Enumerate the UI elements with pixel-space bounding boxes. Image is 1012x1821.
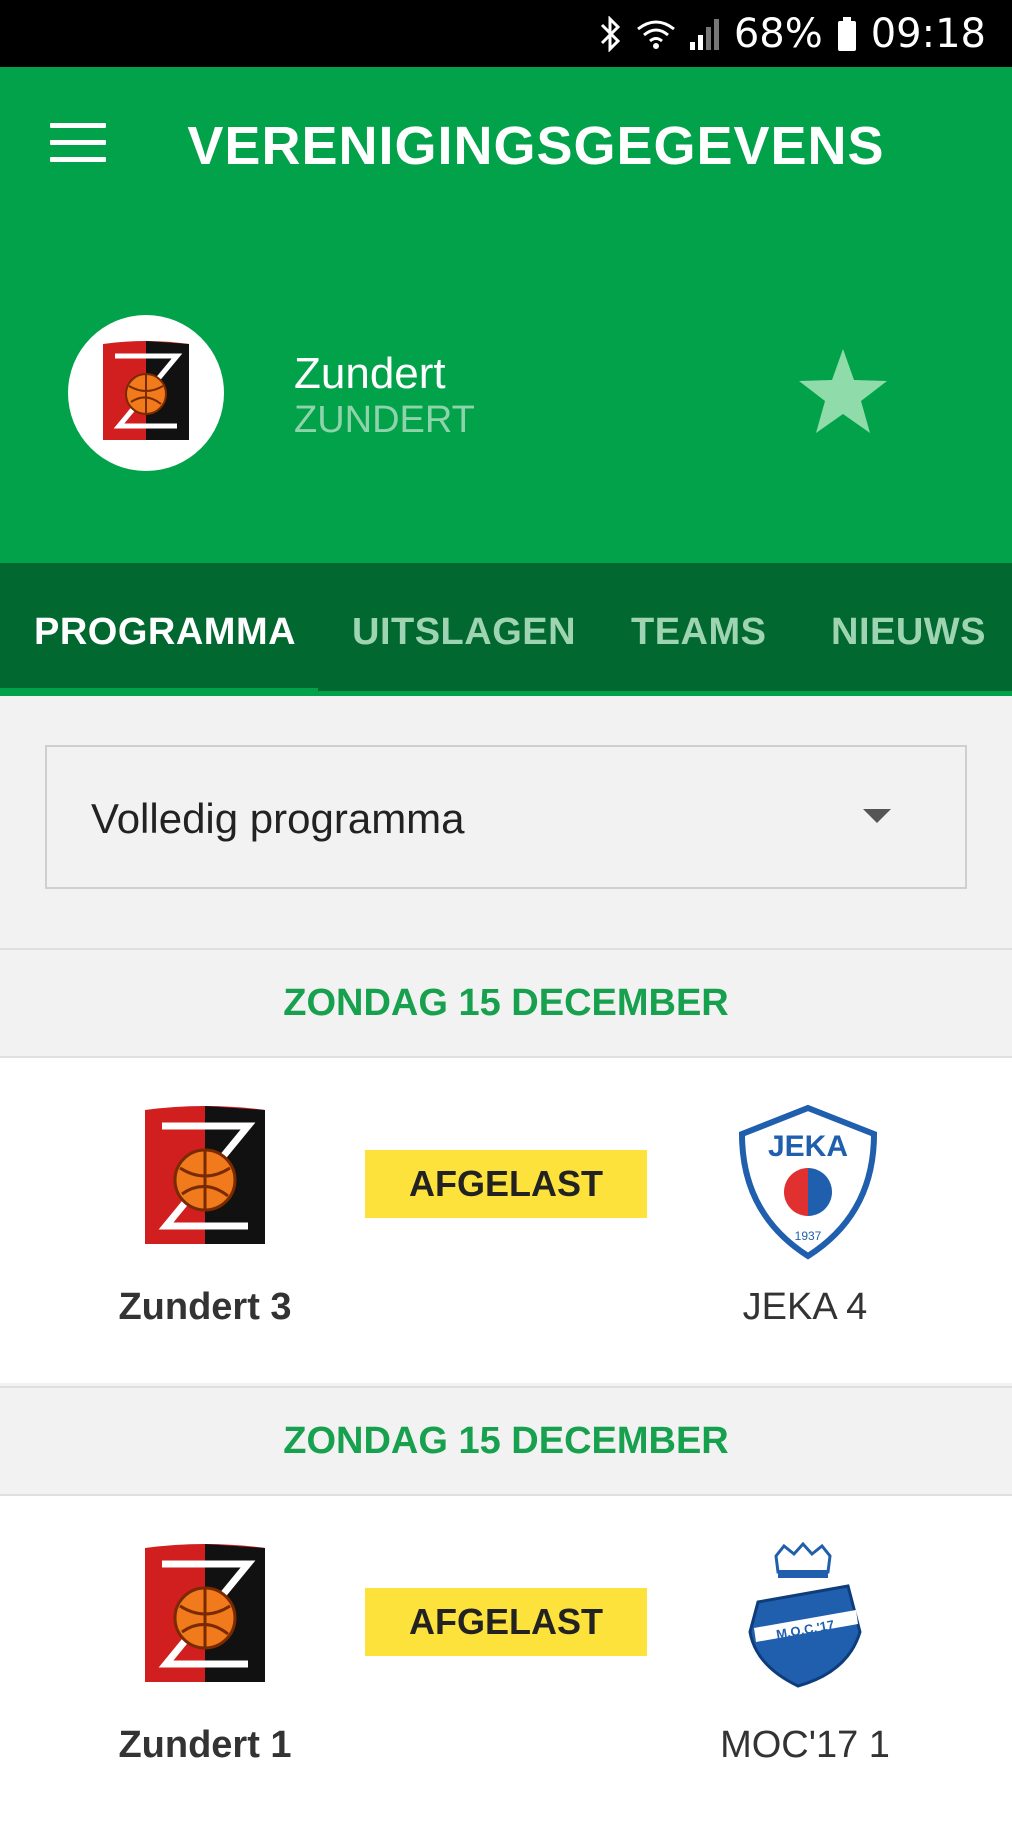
match-card[interactable]: AFGELAST JEKA 1937 Zundert 3 JEKA 4 xyxy=(0,1058,1012,1383)
favorite-star-icon[interactable] xyxy=(796,347,890,437)
svg-text:JEKA: JEKA xyxy=(768,1130,848,1163)
club-header: VERENIGINGSGEGEVENS Zundert ZUNDERT xyxy=(0,67,1012,563)
match-card[interactable]: AFGELAST M.O.C.'17 Zundert 1 MOC'17 1 xyxy=(0,1496,1012,1821)
program-filter-dropdown[interactable]: Volledig programma xyxy=(45,745,967,889)
home-team-logo xyxy=(140,1542,270,1692)
tab-nieuws[interactable]: NIEUWS xyxy=(831,611,986,654)
wifi-icon xyxy=(636,17,676,51)
home-team-logo xyxy=(140,1104,270,1254)
away-team-name: JEKA 4 xyxy=(742,1286,868,1328)
tab-teams[interactable]: TEAMS xyxy=(631,611,767,654)
battery-icon xyxy=(837,16,857,51)
away-team-logo: JEKA 1937 xyxy=(738,1104,878,1260)
status-bar: 68% 09:18 xyxy=(0,0,1012,67)
active-tab-indicator xyxy=(0,688,318,696)
bluetooth-icon xyxy=(600,15,622,52)
tab-uitslagen[interactable]: UITSLAGEN xyxy=(352,611,576,654)
date-header: ZONDAG 15 DECEMBER xyxy=(0,1386,1012,1496)
dropdown-value: Volledig programma xyxy=(91,795,465,842)
home-team-name: Zundert 3 xyxy=(118,1286,292,1328)
tab-programma[interactable]: PROGRAMMA xyxy=(34,611,296,654)
battery-percent: 68% xyxy=(733,10,823,57)
club-name: Zundert xyxy=(294,349,446,398)
page-title: VERENIGINGSGEGEVENS xyxy=(187,116,885,176)
svg-text:1937: 1937 xyxy=(795,1229,822,1243)
match-status-badge: AFGELAST xyxy=(365,1588,647,1656)
caret-down-icon xyxy=(863,809,891,823)
home-team-name: Zundert 1 xyxy=(118,1724,292,1766)
clock: 09:18 xyxy=(870,10,986,57)
away-team-logo: M.O.C.'17 xyxy=(738,1541,868,1692)
tab-bar: PROGRAMMA UITSLAGEN TEAMS NIEUWS xyxy=(0,563,1012,696)
away-team-name: MOC'17 1 xyxy=(720,1724,890,1766)
club-city: ZUNDERT xyxy=(294,399,475,441)
date-header: ZONDAG 15 DECEMBER xyxy=(0,948,1012,1058)
match-status-badge: AFGELAST xyxy=(365,1150,647,1218)
club-logo xyxy=(68,315,224,471)
signal-icon xyxy=(689,18,720,50)
